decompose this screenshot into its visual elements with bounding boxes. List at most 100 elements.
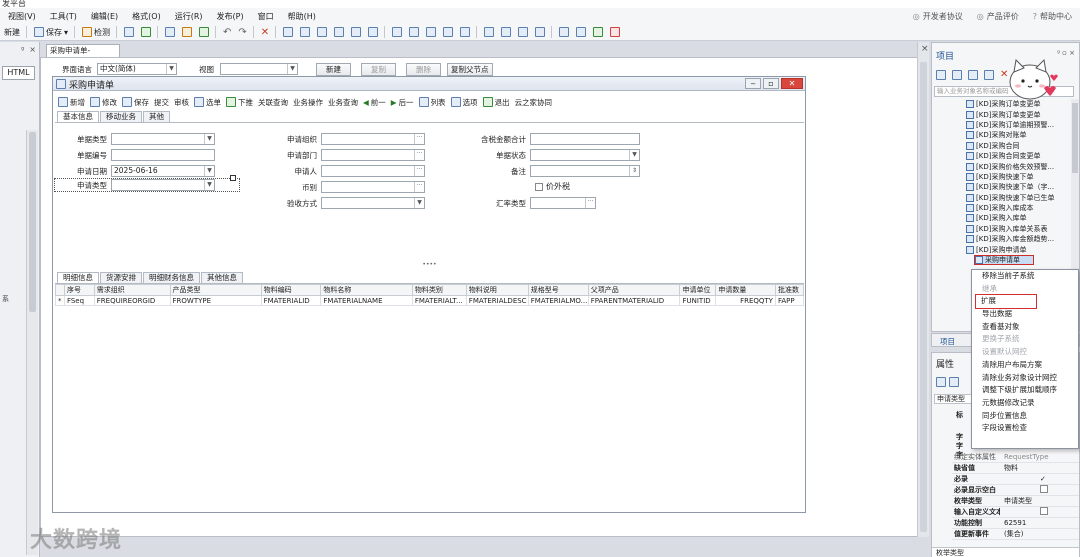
html-tab[interactable]: HTML bbox=[2, 66, 35, 80]
tree-item[interactable]: [KD]采购入库成本 bbox=[966, 203, 1076, 213]
menu-item-adjust-extension-order[interactable]: 调整下级扩展加载顺序 bbox=[972, 384, 1078, 397]
bill-type-select[interactable]: ▼ bbox=[111, 133, 215, 145]
options-button[interactable]: 选项 bbox=[450, 97, 478, 108]
tab-other-info[interactable]: 其他信息 bbox=[201, 272, 243, 283]
menu-item-default-netcontrol[interactable]: 设置默认网控 bbox=[972, 346, 1078, 359]
property-row[interactable]: 功能控制 62591 bbox=[952, 518, 1079, 529]
menu-edit[interactable]: 编辑(E) bbox=[91, 11, 118, 22]
menu-item-metadata-log[interactable]: 元数据修改记录 bbox=[972, 397, 1078, 410]
form-button[interactable] bbox=[199, 27, 210, 37]
align-top-button[interactable] bbox=[334, 27, 345, 37]
align-right-button[interactable] bbox=[317, 27, 328, 37]
layout-button[interactable] bbox=[165, 27, 176, 37]
tab-project[interactable]: 项目 bbox=[940, 336, 955, 347]
property-row[interactable]: 值更新事件 (集合) bbox=[952, 529, 1079, 540]
pin-icon[interactable]: ᵍ bbox=[21, 45, 24, 54]
ellipsis-icon[interactable]: ··· bbox=[414, 150, 424, 160]
grid-cell[interactable]: FMATERIALMO... bbox=[527, 295, 589, 306]
select-bill-button[interactable]: 选单 bbox=[194, 97, 221, 108]
rate-type-input[interactable]: ··· bbox=[530, 197, 596, 209]
same-width-button[interactable] bbox=[392, 27, 403, 37]
grid-header-cell[interactable]: 物料类别 bbox=[411, 284, 467, 296]
tax-total-input[interactable] bbox=[530, 133, 640, 145]
tree-item[interactable]: [KD]采购入库单关系表 bbox=[966, 224, 1076, 234]
grid-header-cell[interactable]: 序号 bbox=[63, 284, 95, 296]
tree-item[interactable]: [KD]采购快速下单（字... bbox=[966, 182, 1076, 192]
v-spacing-button[interactable] bbox=[460, 27, 471, 37]
grid-header-cell[interactable]: 物料编码 bbox=[260, 284, 322, 296]
grid-header-cell[interactable]: 父项产品 bbox=[587, 284, 681, 296]
custom-text-checkbox[interactable] bbox=[1040, 507, 1048, 515]
ellipsis-icon[interactable]: ··· bbox=[414, 182, 424, 192]
next-button[interactable]: ▶ 后一 bbox=[391, 97, 414, 108]
currency-input[interactable]: ··· bbox=[321, 181, 425, 193]
scroll-thumb[interactable] bbox=[29, 132, 36, 312]
apply-date-picker[interactable]: 2025-06-16 ▼ bbox=[111, 165, 215, 177]
required-checkbox[interactable]: ✓ bbox=[1000, 474, 1079, 484]
columns-button[interactable] bbox=[535, 27, 546, 37]
tree-button[interactable] bbox=[182, 27, 193, 37]
remark-input[interactable]: ⇕ bbox=[530, 165, 640, 177]
grid-button[interactable] bbox=[124, 27, 135, 37]
grid-cell[interactable]: FPARENTMATERIALID bbox=[587, 295, 681, 306]
tree-item[interactable]: [KD]采购入库单 bbox=[966, 213, 1076, 223]
grid-header-cell[interactable]: 规格型号 bbox=[527, 284, 589, 296]
close-icon[interactable]: × bbox=[29, 45, 36, 54]
property-row[interactable]: 枚举类型 申请类型 bbox=[952, 496, 1079, 507]
menu-item-export-data[interactable]: 导出数据 bbox=[972, 308, 1078, 321]
grid-header-cell[interactable]: 物料名称 bbox=[320, 284, 413, 296]
submit-button[interactable]: 提交 bbox=[154, 97, 169, 108]
undo-button[interactable]: ↶ bbox=[223, 27, 231, 38]
menu-item-view-base-object[interactable]: 查看基对象 bbox=[972, 321, 1078, 334]
menu-item-clear-user-layout[interactable]: 清除用户布局方案 bbox=[972, 359, 1078, 372]
apply-type-select[interactable]: ▼ bbox=[111, 179, 215, 191]
new-project-icon[interactable] bbox=[936, 70, 946, 80]
extra-tax-checkbox[interactable] bbox=[535, 182, 543, 191]
copy-view-button[interactable]: 复制 bbox=[361, 62, 396, 76]
related-query-button[interactable]: 关联查询 bbox=[258, 97, 288, 108]
menu-item-change-subsystem[interactable]: 更换子系统 bbox=[972, 333, 1078, 346]
menu-item-remove-subsystem[interactable]: 移除当前子系统 bbox=[972, 270, 1078, 283]
exit-button[interactable]: 退出 bbox=[482, 97, 510, 108]
h-spacing-button[interactable] bbox=[443, 27, 454, 37]
tree-item[interactable]: [KD]采购订单变更单 bbox=[966, 109, 1076, 119]
property-row[interactable]: 缺省值 物料 bbox=[952, 463, 1079, 474]
tree-item[interactable]: [KD]采购入库金额趋势... bbox=[966, 234, 1076, 244]
grid-cell[interactable]: FSeq bbox=[63, 295, 95, 306]
open-project-icon[interactable] bbox=[952, 70, 962, 80]
delete-button[interactable]: ✕ bbox=[261, 27, 269, 38]
publish-button[interactable] bbox=[559, 27, 570, 37]
scroll-thumb[interactable] bbox=[920, 62, 927, 532]
business-operation-button[interactable]: 业务操作 bbox=[293, 97, 323, 108]
grid-header-cell[interactable]: 批准数 bbox=[774, 284, 805, 296]
grid-cell[interactable]: FMATERIALNAME bbox=[320, 295, 413, 306]
ellipsis-icon[interactable]: ··· bbox=[585, 198, 595, 208]
align-bottom-button[interactable] bbox=[368, 27, 379, 37]
delete-view-button[interactable]: 删除 bbox=[406, 62, 441, 76]
check-button[interactable]: 检测 bbox=[82, 27, 110, 38]
menu-item-clear-design-netcontrol[interactable]: 清除业务对象设计网控 bbox=[972, 372, 1078, 385]
document-tab[interactable]: 采购申请单-_Default bbox=[46, 44, 120, 67]
bill-no-input[interactable] bbox=[111, 149, 215, 161]
align-center-button[interactable] bbox=[300, 27, 311, 37]
property-value[interactable] bbox=[1000, 507, 1079, 517]
apply-org-input[interactable]: ··· bbox=[321, 133, 425, 145]
panel-splitter[interactable]: •••• bbox=[55, 262, 804, 269]
tab-mobile[interactable]: 移动业务 bbox=[100, 111, 142, 122]
modify-button[interactable]: 修改 bbox=[90, 97, 117, 108]
menu-view[interactable]: 视图(V) bbox=[8, 11, 36, 22]
grid-header-cell[interactable]: 需求组织 bbox=[93, 284, 171, 296]
help-center-link[interactable]: ? 帮助中心 bbox=[1033, 11, 1072, 22]
tree-item[interactable]: [KD]采购快速下单已生单 bbox=[966, 193, 1076, 203]
tab-source[interactable]: 货源安排 bbox=[100, 272, 142, 283]
tab-basic-info[interactable]: 基本信息 bbox=[57, 111, 99, 122]
menu-tools[interactable]: 工具(T) bbox=[50, 11, 77, 22]
maximize-button[interactable]: ▫ bbox=[763, 78, 779, 89]
grid-cell[interactable]: FREQUIREORGID bbox=[93, 295, 171, 306]
menu-item-extend[interactable]: 扩展 bbox=[975, 294, 1037, 310]
grid-header-cell[interactable]: 产品类型 bbox=[169, 284, 262, 296]
property-row[interactable]: 必录显示空白 bbox=[952, 485, 1079, 496]
property-row[interactable]: 必录 ✓ bbox=[952, 474, 1079, 485]
tab-other[interactable]: 其他 bbox=[143, 111, 170, 122]
grid-cell[interactable]: FAPP bbox=[774, 295, 805, 306]
